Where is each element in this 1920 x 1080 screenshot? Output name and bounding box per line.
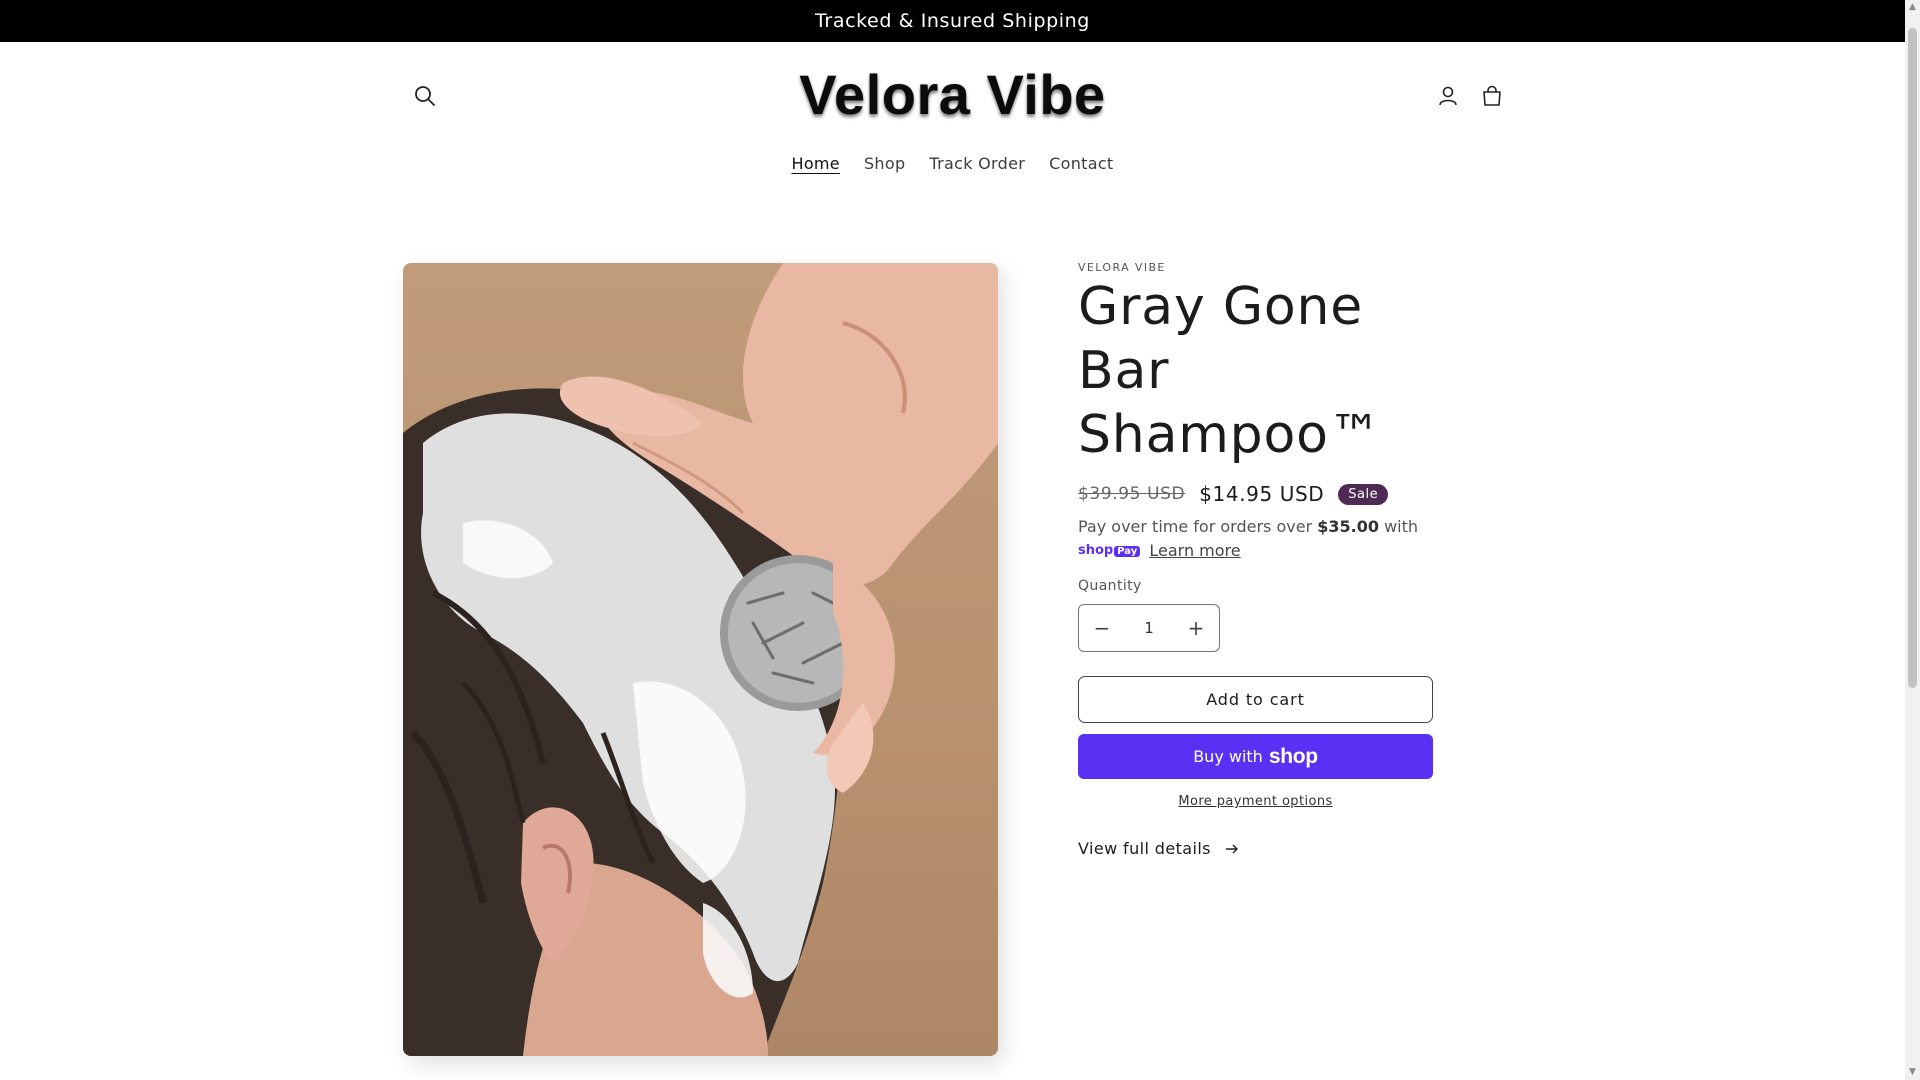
add-to-cart-button[interactable]: Add to cart [1078, 676, 1433, 723]
shop-pay-logo: shop Pay [1078, 539, 1141, 564]
scrollbar-thumb[interactable] [1908, 28, 1917, 688]
main-nav: Home Shop Track Order Contact [0, 150, 1905, 177]
installments-message: Pay over time for orders over $35.00 wit… [1078, 515, 1438, 564]
more-payment-options-link[interactable]: More payment options [1078, 794, 1433, 809]
scroll-up-arrow-icon[interactable]: ▲ [1908, 3, 1917, 12]
compare-at-price: $39.95 USD [1078, 484, 1186, 504]
announcement-text: Tracked & Insured Shipping [815, 10, 1090, 32]
page-scrollbar[interactable]: ▲ ▼ [1905, 0, 1920, 1080]
nav-item-home[interactable]: Home [780, 150, 852, 177]
site-logo[interactable]: Velora Vibe [0, 62, 1905, 127]
installments-text-before: Pay over time for orders over [1078, 517, 1318, 536]
nav-item-track-order[interactable]: Track Order [917, 150, 1037, 177]
quantity-input[interactable] [1127, 618, 1171, 638]
nav-item-contact[interactable]: Contact [1037, 150, 1125, 177]
learn-more-link[interactable]: Learn more [1149, 541, 1240, 560]
arrow-right-icon [1225, 839, 1239, 858]
account-icon[interactable] [1432, 80, 1464, 112]
price-row: $39.95 USD $14.95 USD Sale [1078, 482, 1389, 506]
shop-pay-pay-text: Pay [1114, 546, 1141, 557]
sale-price: $14.95 USD [1199, 482, 1325, 506]
installments-threshold: $35.00 [1317, 517, 1379, 536]
nav-item-shop[interactable]: Shop [852, 150, 917, 177]
quantity-label: Quantity [1078, 578, 1142, 594]
quantity-stepper: − + [1078, 604, 1220, 652]
quantity-increment-button[interactable]: + [1173, 616, 1219, 640]
installments-text-after: with [1378, 517, 1419, 536]
shop-pay-shop-text: shop [1078, 543, 1114, 558]
quantity-decrement-button[interactable]: − [1079, 616, 1125, 640]
scroll-down-arrow-icon[interactable]: ▼ [1908, 1068, 1917, 1077]
view-full-details-link[interactable]: View full details [1078, 839, 1239, 858]
product-photo-illustration [403, 263, 998, 1056]
announcement-bar: Tracked & Insured Shipping [0, 0, 1905, 42]
shop-brand-text: shop [1268, 744, 1318, 768]
product-image[interactable] [403, 263, 998, 1056]
buy-now-prefix: Buy with [1193, 747, 1263, 766]
product-vendor: VELORA VIBE [1078, 261, 1166, 274]
buy-with-shop-pay-button[interactable]: Buy with shop [1078, 734, 1433, 779]
sale-badge: Sale [1338, 483, 1389, 505]
product-title: Gray Gone Bar Shampoo™ [1078, 277, 1382, 465]
cart-icon[interactable] [1476, 80, 1508, 112]
view-details-label: View full details [1078, 839, 1211, 858]
